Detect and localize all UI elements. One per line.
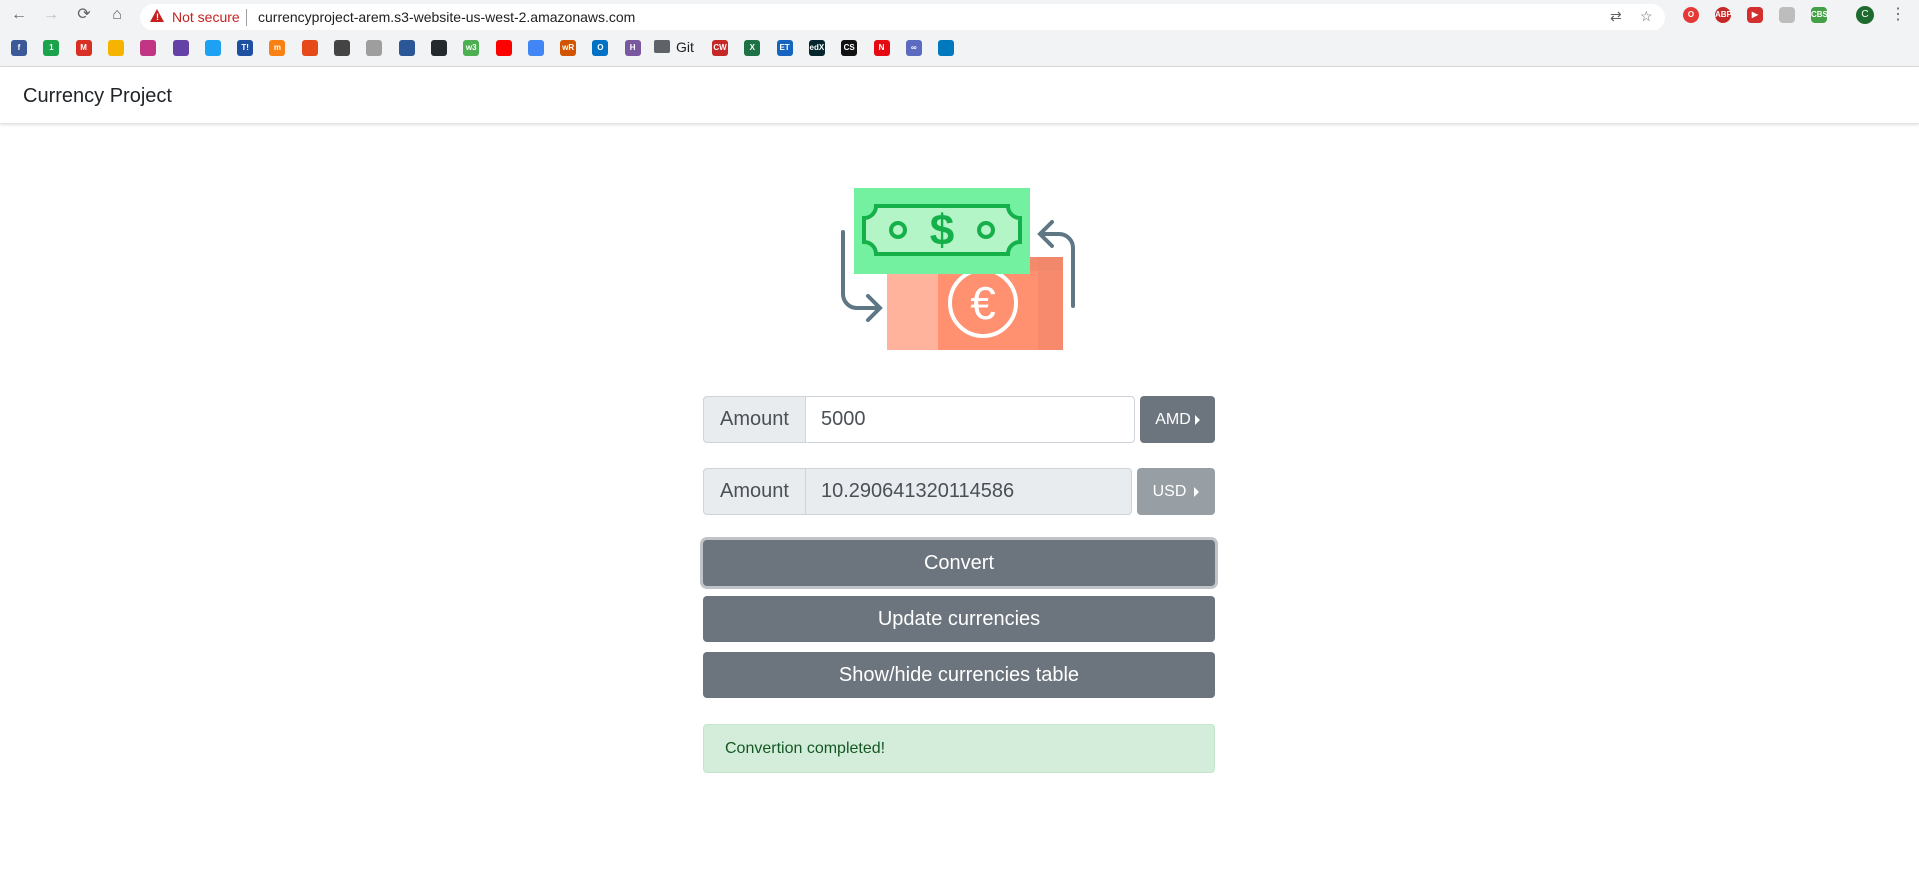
video-extension-icon[interactable]: ▶	[1747, 7, 1763, 23]
update-currencies-button[interactable]: Update currencies	[703, 596, 1215, 642]
heroku-icon[interactable]: H	[624, 40, 641, 56]
svg-text:$: $	[930, 206, 954, 255]
office-icon[interactable]	[301, 40, 318, 56]
dollar-bill-icon: $	[854, 188, 1030, 274]
wordreference-icon[interactable]: wR	[560, 40, 577, 56]
browser-toolbar: ← → ⟳ ⌂ ! Not secure currencyproject-are…	[0, 0, 1919, 31]
bookmarks-bar: f 1 M T! m w3 wR O H Git CW X ET edX CS N ∞	[0, 30, 1919, 67]
navbar-brand[interactable]: Currency Project	[23, 85, 172, 108]
forward-arrow-icon[interactable]: →	[41, 5, 61, 25]
from-amount-group: Amount 5000 AMD	[703, 396, 1215, 443]
instagram-icon[interactable]	[140, 40, 157, 56]
moodle-icon[interactable]: m	[269, 40, 286, 56]
from-currency-dropdown[interactable]: AMD	[1140, 396, 1215, 443]
github-icon[interactable]	[430, 40, 447, 56]
outlook-icon[interactable]: O	[592, 40, 609, 56]
address-bar[interactable]: ! Not secure currencyproject-arem.s3-web…	[140, 4, 1665, 31]
success-alert: Convertion completed!	[703, 724, 1215, 773]
gmail-icon[interactable]: M	[75, 40, 92, 56]
caret-right-icon	[1194, 414, 1200, 425]
cw-icon[interactable]: CW	[712, 40, 728, 56]
trello-icon[interactable]	[938, 40, 955, 56]
to-amount-output: 10.290641320114586	[805, 468, 1132, 515]
shield-extension-icon[interactable]	[1779, 7, 1795, 23]
link-icon[interactable]: ∞	[905, 40, 922, 56]
excel-icon[interactable]: X	[744, 40, 761, 56]
w3-icon[interactable]: w3	[463, 40, 480, 56]
globe-icon[interactable]	[398, 40, 415, 56]
to-currency-dropdown[interactable]: USD	[1137, 468, 1215, 515]
folder-icon[interactable]	[654, 40, 670, 53]
url-separator	[246, 9, 247, 26]
currency-exchange-illustration: € $	[841, 188, 1075, 350]
edx-icon[interactable]: edX	[808, 40, 825, 56]
back-arrow-icon[interactable]: ←	[9, 5, 29, 25]
twitter-icon[interactable]	[204, 40, 221, 56]
drive-icon[interactable]	[107, 40, 124, 56]
home-icon[interactable]: ⌂	[107, 5, 127, 25]
reload-icon[interactable]: ⟳	[74, 5, 94, 25]
et-icon[interactable]: ET	[776, 40, 793, 56]
toggle-currencies-table-button[interactable]: Show/hide currencies table	[703, 652, 1215, 698]
to-amount-label: Amount	[703, 468, 806, 515]
paper-icon[interactable]	[366, 40, 383, 56]
translate-icon[interactable]	[527, 40, 544, 56]
warning-mark: !	[156, 12, 159, 22]
from-currency-label: AMD	[1155, 411, 1191, 428]
caret-right-icon	[1194, 486, 1200, 497]
twitch-icon[interactable]	[172, 40, 189, 56]
svg-text:€: €	[970, 277, 996, 329]
facebook-icon[interactable]: f	[11, 40, 27, 56]
netflix-icon[interactable]: N	[873, 40, 890, 56]
star-icon[interactable]: ☆	[1640, 8, 1653, 25]
convert-button[interactable]: Convert	[703, 540, 1215, 586]
onepassword-icon[interactable]: 1	[43, 40, 60, 56]
url-text[interactable]: currencyproject-arem.s3-website-us-west-…	[258, 9, 635, 25]
trello-t-icon[interactable]: T!	[237, 40, 254, 56]
opera-extension-icon[interactable]: O	[1683, 7, 1699, 23]
cbs-extension-icon[interactable]: CBS	[1811, 7, 1828, 23]
youtube-icon[interactable]	[495, 40, 512, 56]
navbar: Currency Project	[0, 67, 1919, 124]
profile-avatar[interactable]: C	[1856, 6, 1874, 24]
security-label[interactable]: Not secure	[172, 9, 240, 25]
from-amount-label: Amount	[703, 396, 806, 443]
adblock-icon[interactable]: ABP	[1715, 7, 1732, 23]
bookmark-folder-git[interactable]: Git	[676, 39, 694, 55]
menu-kebab-icon[interactable]: ⋮	[1890, 4, 1906, 24]
chart-icon[interactable]	[334, 40, 350, 56]
cs-icon[interactable]: CS	[841, 40, 858, 56]
to-currency-label: USD	[1152, 483, 1187, 500]
to-amount-group: Amount 10.290641320114586 USD	[703, 468, 1215, 515]
translate-icon[interactable]: ⇄	[1610, 8, 1622, 25]
from-amount-input[interactable]: 5000	[805, 396, 1135, 443]
